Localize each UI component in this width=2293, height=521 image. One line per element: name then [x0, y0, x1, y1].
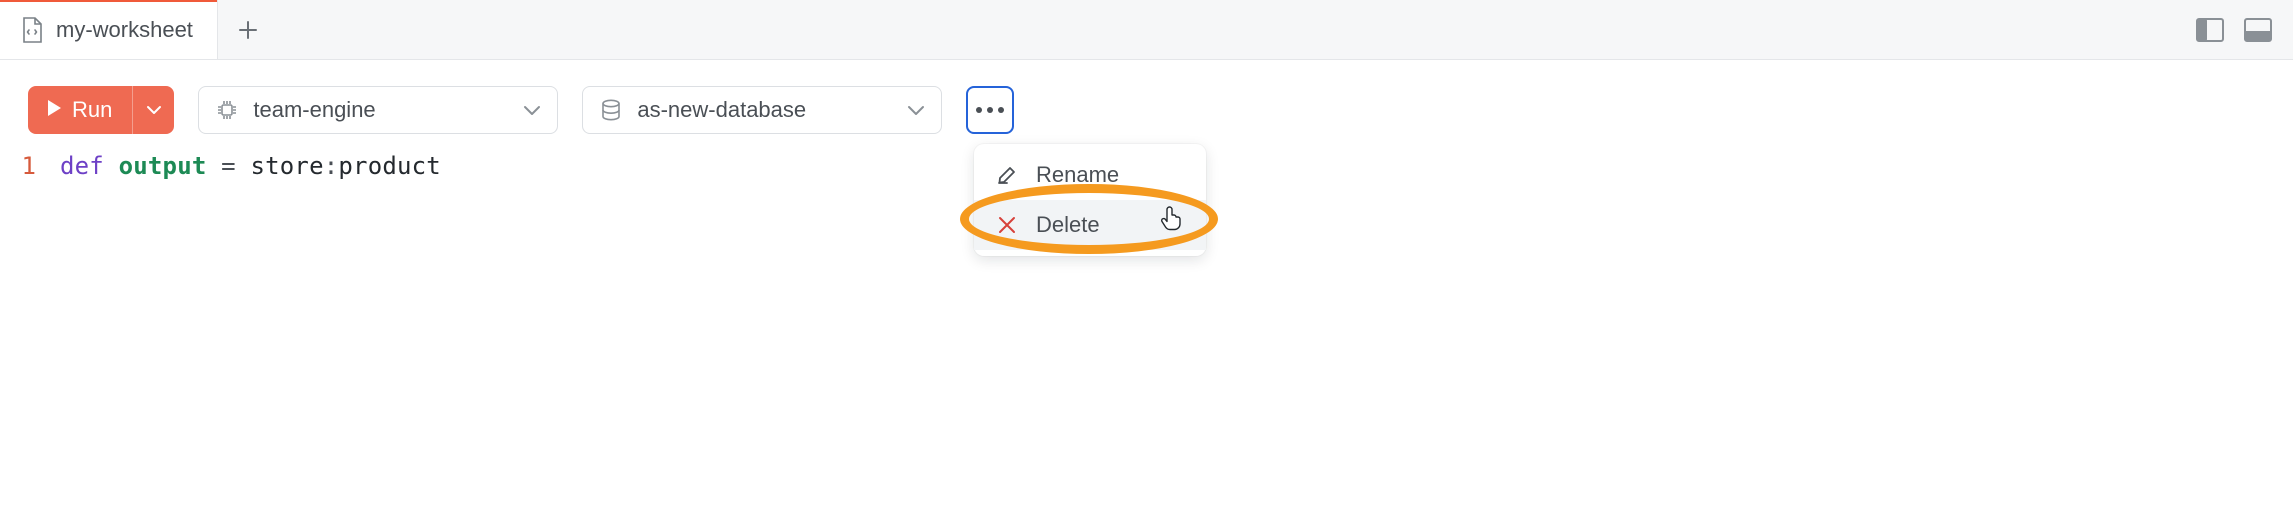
new-tab-button[interactable] — [218, 0, 278, 59]
panel-toggle-left-button[interactable] — [2193, 13, 2227, 47]
header-spacer — [278, 0, 2193, 59]
token-store: store — [250, 152, 323, 180]
token-def: def — [60, 152, 104, 180]
tab-strip: my-worksheet — [0, 0, 2293, 60]
engine-select[interactable]: team-engine — [198, 86, 558, 134]
token-colon: : — [324, 152, 339, 180]
pencil-icon — [996, 164, 1018, 186]
more-actions-button[interactable] — [966, 86, 1014, 134]
more-actions-menu: Rename Delete — [974, 144, 1206, 256]
database-select[interactable]: as-new-database — [582, 86, 942, 134]
chevron-down-icon — [907, 97, 925, 123]
menu-item-rename-label: Rename — [1036, 162, 1119, 188]
database-icon — [599, 98, 623, 122]
run-dropdown-toggle[interactable] — [132, 86, 174, 134]
code-content: def output = store:product — [60, 152, 441, 180]
play-icon — [46, 97, 62, 123]
token-equals: = — [221, 152, 236, 180]
worksheet-file-icon — [20, 16, 44, 44]
menu-item-delete-label: Delete — [1036, 212, 1100, 238]
chevron-down-icon — [523, 97, 541, 123]
run-button-group: Run — [28, 86, 174, 134]
line-number: 1 — [0, 152, 60, 180]
run-button[interactable]: Run — [28, 97, 132, 123]
worksheet-tab-title: my-worksheet — [56, 17, 193, 43]
header-right-controls — [2193, 0, 2293, 59]
toolbar: Run team-engine — [0, 60, 2293, 138]
token-output: output — [119, 152, 207, 180]
run-button-label: Run — [72, 97, 112, 123]
x-icon — [996, 215, 1018, 235]
menu-item-delete[interactable]: Delete — [974, 200, 1206, 250]
menu-item-rename[interactable]: Rename — [974, 150, 1206, 200]
worksheet-tab[interactable]: my-worksheet — [0, 0, 218, 59]
database-select-value: as-new-database — [637, 97, 893, 123]
token-product: product — [338, 152, 441, 180]
engine-icon — [215, 98, 239, 122]
ellipsis-icon — [976, 107, 1004, 113]
panel-toggle-bottom-button[interactable] — [2241, 13, 2275, 47]
engine-select-value: team-engine — [253, 97, 509, 123]
